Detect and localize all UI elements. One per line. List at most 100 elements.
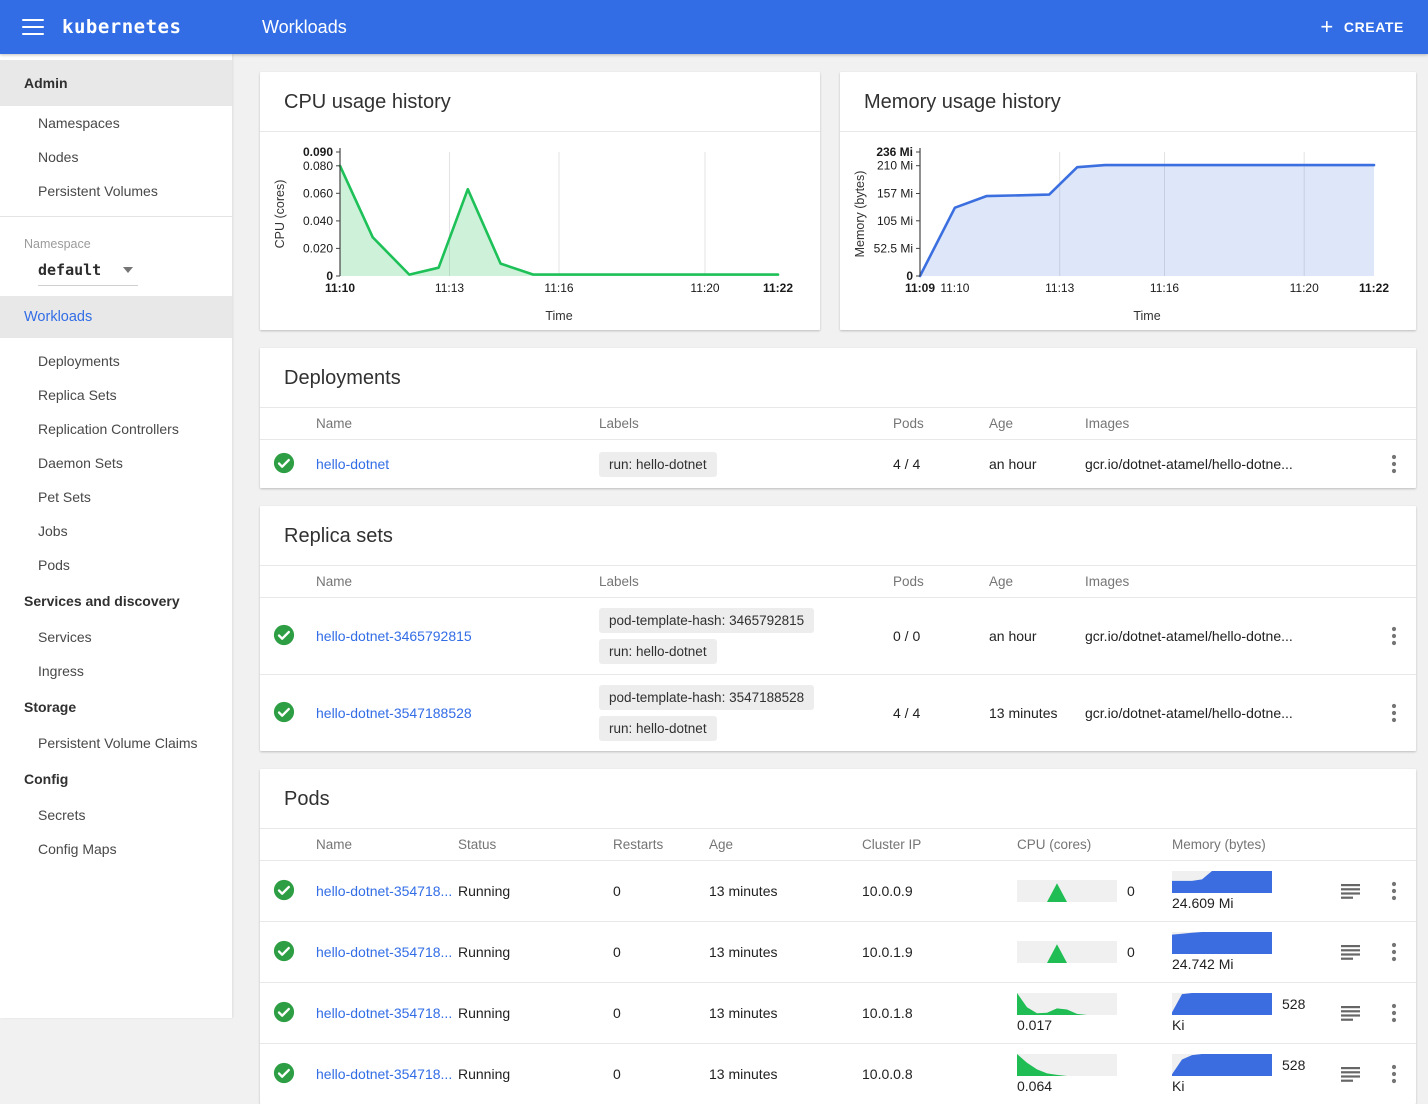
main-content: CPU usage history 0.0900.0800.0600.0400.… <box>232 54 1428 1018</box>
pod-name-link[interactable]: hello-dotnet-354718... <box>316 1066 452 1082</box>
sidebar-item-config-maps[interactable]: Config Maps <box>0 832 232 866</box>
pod-cluster-ip: 10.0.0.8 <box>854 1044 1009 1104</box>
col-pods: Pods <box>885 408 981 440</box>
sidebar-heading-services-discovery[interactable]: Services and discovery <box>0 582 232 620</box>
sidebar-heading-admin[interactable]: Admin <box>0 60 232 106</box>
cpu-chart-title: CPU usage history <box>260 72 820 132</box>
svg-text:Memory (bytes): Memory (bytes) <box>853 171 867 258</box>
replica-set-name-link[interactable]: hello-dotnet-3465792815 <box>316 628 472 644</box>
row-menu-icon[interactable] <box>1380 622 1408 650</box>
sidebar-item-secrets[interactable]: Secrets <box>0 798 232 832</box>
row-menu-icon[interactable] <box>1380 999 1408 1027</box>
svg-text:11:20: 11:20 <box>1290 281 1319 295</box>
svg-text:11:22: 11:22 <box>1359 281 1389 295</box>
sidebar-item-jobs[interactable]: Jobs <box>0 514 232 548</box>
memory-sparkline <box>1172 993 1272 1015</box>
memory-value: Ki <box>1172 1078 1320 1094</box>
plus-icon: + <box>1320 16 1333 38</box>
images-value: gcr.io/dotnet-atamel/hello-dotne... <box>1077 675 1372 752</box>
table-row: hello-dotnet-354718... Running 0 13 minu… <box>260 983 1416 1044</box>
pod-name-link[interactable]: hello-dotnet-354718... <box>316 1005 452 1021</box>
memory-value: 528 <box>1282 1057 1305 1073</box>
svg-text:157 Mi: 157 Mi <box>877 187 913 201</box>
sidebar-item-pods[interactable]: Pods <box>0 548 232 582</box>
label-chip: run: hello-dotnet <box>599 639 717 664</box>
replica-sets-header-row: Name Labels Pods Age Images <box>260 566 1416 598</box>
col-name: Name <box>308 566 591 598</box>
namespace-select[interactable]: default <box>38 261 138 286</box>
svg-text:11:20: 11:20 <box>690 281 719 295</box>
label-chip: run: hello-dotnet <box>599 716 717 741</box>
table-row: hello-dotnet run: hello-dotnet 4 / 4 an … <box>260 440 1416 489</box>
pod-status: Running <box>450 861 605 922</box>
memory-usage-chart: 236 Mi210 Mi157 Mi105 Mi52.5 Mi011:0911:… <box>848 134 1416 331</box>
sidebar-item-persistent-volumes[interactable]: Persistent Volumes <box>0 174 232 208</box>
cpu-value: 0 <box>1127 944 1135 960</box>
col-name: Name <box>308 829 450 861</box>
age-value: an hour <box>981 598 1077 675</box>
row-menu-icon[interactable] <box>1380 1060 1408 1088</box>
menu-icon[interactable] <box>22 19 44 35</box>
row-menu-icon[interactable] <box>1380 699 1408 727</box>
row-menu-icon[interactable] <box>1380 450 1408 478</box>
deployments-header-row: Name Labels Pods Age Images <box>260 408 1416 440</box>
deployment-name-link[interactable]: hello-dotnet <box>316 456 389 472</box>
sidebar-item-services[interactable]: Services <box>0 620 232 654</box>
pod-cluster-ip: 10.0.0.9 <box>854 861 1009 922</box>
svg-text:11:16: 11:16 <box>1150 281 1179 295</box>
col-images: Images <box>1077 408 1372 440</box>
sidebar-item-persistent-volume-claims[interactable]: Persistent Volume Claims <box>0 726 232 760</box>
images-value: gcr.io/dotnet-atamel/hello-dotne... <box>1077 598 1372 675</box>
sidebar-item-workloads[interactable]: Workloads <box>0 296 232 338</box>
cpu-sparkline <box>1017 880 1117 902</box>
col-images: Images <box>1077 566 1372 598</box>
sidebar-heading-config[interactable]: Config <box>0 760 232 798</box>
table-row: hello-dotnet-3547188528 pod-template-has… <box>260 675 1416 752</box>
page-title: Workloads <box>262 17 347 38</box>
replica-set-name-link[interactable]: hello-dotnet-3547188528 <box>316 705 472 721</box>
sidebar-item-nodes[interactable]: Nodes <box>0 140 232 174</box>
svg-text:236 Mi: 236 Mi <box>876 145 913 159</box>
logs-icon[interactable] <box>1336 1060 1364 1088</box>
sidebar-item-pet-sets[interactable]: Pet Sets <box>0 480 232 514</box>
pod-status: Running <box>450 983 605 1044</box>
sidebar-item-daemon-sets[interactable]: Daemon Sets <box>0 446 232 480</box>
logs-icon[interactable] <box>1336 938 1364 966</box>
pods-header-row: Name Status Restarts Age Cluster IP CPU … <box>260 829 1416 861</box>
col-labels: Labels <box>591 408 885 440</box>
pod-name-link[interactable]: hello-dotnet-354718... <box>316 883 452 899</box>
age-value: an hour <box>981 440 1077 489</box>
svg-text:0.060: 0.060 <box>303 186 333 200</box>
memory-value: 24.742 Mi <box>1172 956 1320 972</box>
svg-text:11:16: 11:16 <box>544 281 573 295</box>
pods-count: 0 / 0 <box>885 598 981 675</box>
pod-age: 13 minutes <box>701 861 854 922</box>
create-button[interactable]: + CREATE <box>1320 16 1404 38</box>
sidebar-item-replication-controllers[interactable]: Replication Controllers <box>0 412 232 446</box>
svg-text:11:09: 11:09 <box>905 281 935 295</box>
sidebar-heading-storage[interactable]: Storage <box>0 688 232 726</box>
sidebar-item-ingress[interactable]: Ingress <box>0 654 232 688</box>
pod-name-link[interactable]: hello-dotnet-354718... <box>316 944 452 960</box>
sidebar-item-namespaces[interactable]: Namespaces <box>0 106 232 140</box>
svg-text:0.040: 0.040 <box>303 214 333 228</box>
pod-age: 13 minutes <box>701 1044 854 1104</box>
deployments-title: Deployments <box>260 348 1416 407</box>
pod-restarts: 0 <box>605 922 701 983</box>
label-chip: pod-template-hash: 3465792815 <box>599 608 814 633</box>
row-menu-icon[interactable] <box>1380 877 1408 905</box>
svg-text:Time: Time <box>545 309 572 323</box>
deployments-card: Deployments Name Labels Pods Age Images … <box>260 348 1416 488</box>
pods-title: Pods <box>260 769 1416 828</box>
logs-icon[interactable] <box>1336 877 1364 905</box>
sidebar-item-deployments[interactable]: Deployments <box>0 344 232 378</box>
row-menu-icon[interactable] <box>1380 938 1408 966</box>
deployments-table: Name Labels Pods Age Images hello-dotnet… <box>260 407 1416 488</box>
memory-sparkline <box>1172 871 1272 893</box>
svg-text:105 Mi: 105 Mi <box>877 214 913 228</box>
logs-icon[interactable] <box>1336 999 1364 1027</box>
svg-text:11:10: 11:10 <box>325 281 355 295</box>
sidebar-item-replica-sets[interactable]: Replica Sets <box>0 378 232 412</box>
cpu-sparkline <box>1017 993 1117 1015</box>
replica-sets-card: Replica sets Name Labels Pods Age Images… <box>260 506 1416 751</box>
